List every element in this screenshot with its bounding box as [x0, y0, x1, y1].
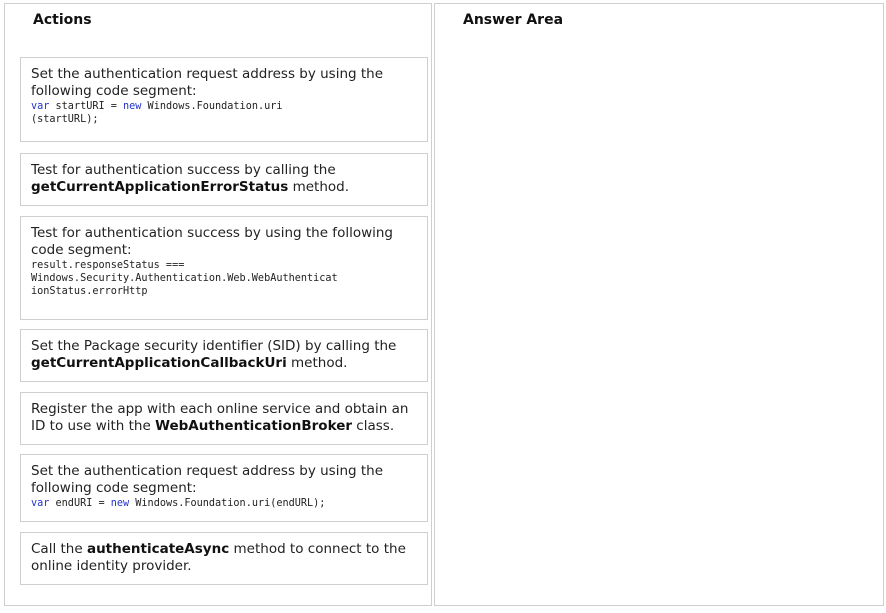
answer-area-title: Answer Area [463, 12, 564, 28]
action-class: WebAuthenticationBroker [155, 418, 353, 434]
action-text: Test for authentication success by calli… [31, 162, 336, 178]
action-item-4[interactable]: Set the Package security identifier (SID… [20, 329, 428, 382]
answer-area-panel[interactable]: Answer Area [434, 3, 884, 606]
action-method: authenticateAsync [86, 541, 230, 557]
action-text: Set the Package security identifier (SID… [31, 338, 397, 354]
action-item-3[interactable]: Test for authentication success by using… [20, 216, 428, 320]
action-method: getCurrentApplicationErrorStatus [31, 179, 289, 195]
action-method: getCurrentApplicationCallbackUri [31, 355, 287, 371]
action-text: Test for authentication success by using… [31, 225, 394, 258]
action-item-2[interactable]: Test for authentication success by calli… [20, 153, 428, 206]
actions-title: Actions [33, 12, 92, 28]
action-code: var startURI = new Windows.Foundation.ur… [31, 101, 283, 125]
action-item-6[interactable]: Set the authentication request address b… [20, 454, 428, 522]
actions-panel: Actions Set the authentication request a… [4, 3, 432, 606]
action-code: var endURI = new Windows.Foundation.uri(… [31, 498, 326, 509]
action-text: Set the authentication request address b… [31, 66, 384, 99]
action-text: Call the [31, 541, 87, 557]
action-item-5[interactable]: Register the app with each online servic… [20, 392, 428, 445]
action-code: result.responseStatus === Windows.Securi… [31, 260, 338, 297]
action-item-7[interactable]: Call the authenticateAsync method to con… [20, 532, 428, 585]
action-item-1[interactable]: Set the authentication request address b… [20, 57, 428, 142]
action-text: Set the authentication request address b… [31, 463, 384, 496]
